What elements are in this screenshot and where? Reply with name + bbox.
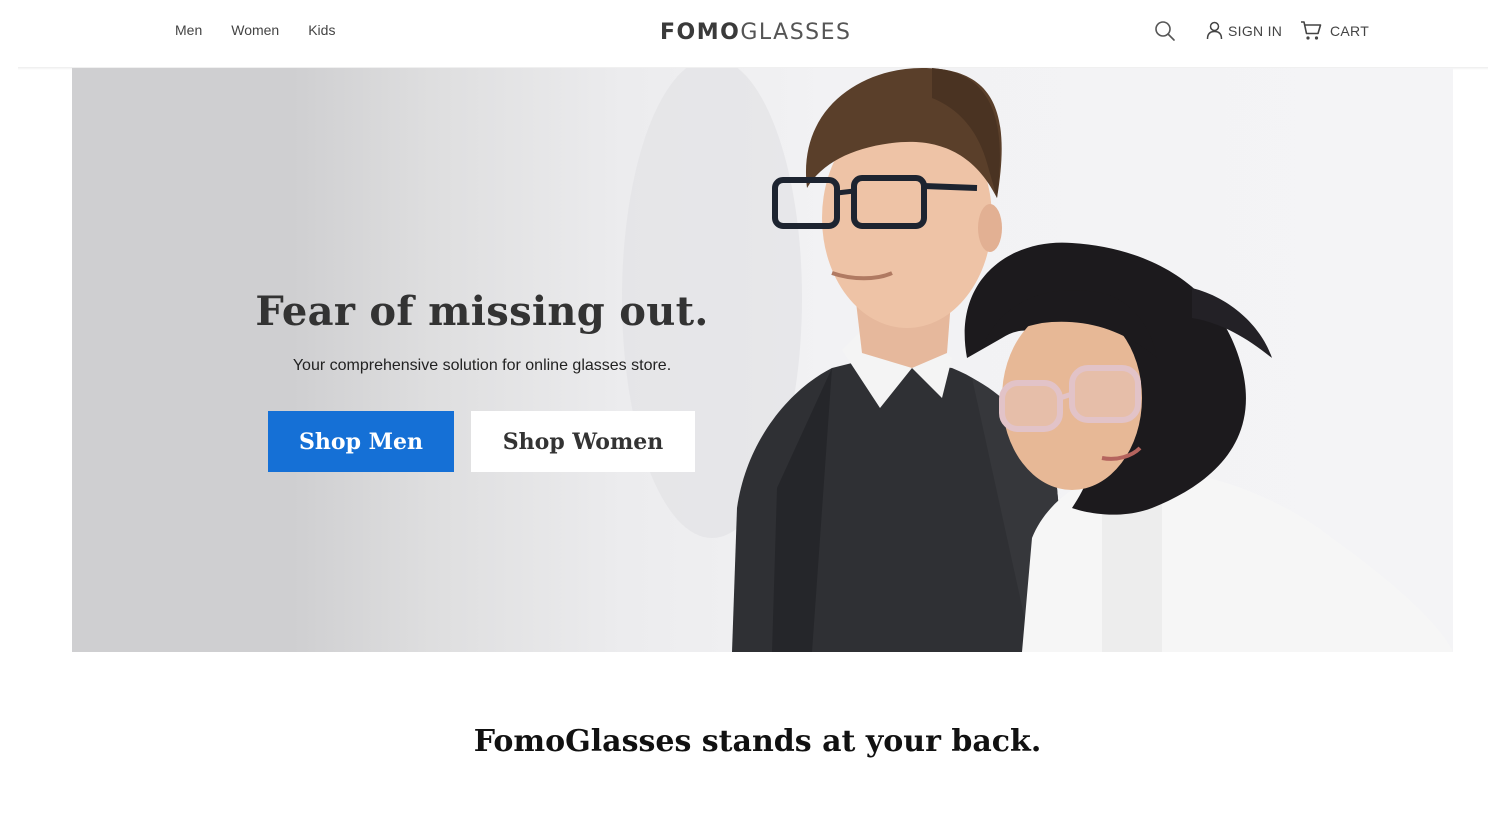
search-button[interactable]	[1154, 20, 1176, 42]
search-icon	[1155, 21, 1175, 41]
cart-icon	[1301, 21, 1322, 40]
cart-label: CART	[1330, 22, 1370, 39]
section-heading: FomoGlasses stands at your back.	[473, 724, 1042, 759]
main-nav: Men Women Kids	[175, 22, 335, 38]
nav-link-women[interactable]: Women	[231, 22, 279, 38]
shop-men-button[interactable]: Shop Men	[268, 411, 454, 472]
nav-link-men[interactable]: Men	[175, 22, 202, 38]
hero-subtitle: Your comprehensive solution for online g…	[292, 357, 672, 374]
logo-light-text: GLASSES	[740, 20, 852, 45]
sign-in-link[interactable]: SIGN IN	[1206, 21, 1282, 40]
sign-in-label: SIGN IN	[1228, 22, 1283, 39]
logo-bold-text: FOMO	[660, 20, 741, 45]
site-header: Men Women Kids FOMOGLASSES SIGN IN CART	[0, 0, 1505, 68]
user-icon	[1206, 21, 1223, 40]
hero-title: Fear of missing out.	[255, 288, 709, 335]
nav-link-kids[interactable]: Kids	[308, 22, 335, 38]
shop-women-button[interactable]: Shop Women	[471, 411, 695, 472]
cart-link[interactable]: CART	[1300, 20, 1369, 41]
hero-banner: Fear of missing out. Your comprehensive …	[72, 68, 1453, 652]
site-logo[interactable]: FOMOGLASSES	[660, 20, 851, 45]
